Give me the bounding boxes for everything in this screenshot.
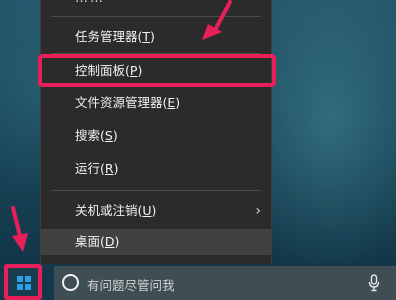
taskbar-search-box[interactable]: 有问题尽管问我 — [54, 266, 396, 300]
chevron-right-icon: › — [255, 203, 261, 219]
menu-separator — [51, 190, 261, 191]
menu-item-label: 桌面( — [75, 234, 105, 249]
menu-item-suffix: ) — [112, 128, 118, 143]
windows-logo-icon — [17, 276, 31, 290]
menu-item-label: 文件资源管理器( — [75, 95, 168, 110]
menu-item-partial: …… — [75, 0, 105, 6]
menu-item-accesskey: S — [104, 128, 113, 143]
menu-item-desktop[interactable]: 桌面(D) — [41, 229, 271, 255]
menu-item-label: 任务管理器( — [75, 29, 143, 44]
menu-item-label: 运行( — [75, 161, 105, 176]
winx-context-menu: …… 任务管理器(T) 控制面板(P) 文件资源管理器(E) 搜索(S) 运行(… — [40, 0, 272, 266]
menu-item-suffix: ) — [114, 234, 120, 249]
menu-item-task-manager[interactable]: 任务管理器(T) — [41, 24, 271, 50]
menu-item-label: 搜索( — [75, 128, 105, 143]
search-placeholder: 有问题尽管问我 — [87, 278, 175, 293]
menu-item-run[interactable]: 运行(R) — [41, 156, 271, 182]
menu-item-file-explorer[interactable]: 文件资源管理器(E) — [41, 90, 271, 116]
menu-item-accesskey: R — [104, 161, 114, 176]
start-button[interactable] — [4, 264, 42, 300]
menu-item-suffix: ) — [151, 203, 157, 218]
highlight-box-control-panel — [38, 54, 276, 87]
menu-item-search[interactable]: 搜索(S) — [41, 123, 271, 149]
arrow-pointer-icon — [11, 206, 28, 252]
menu-item-suffix: ) — [150, 29, 155, 44]
menu-item-shutdown[interactable]: 关机或注销(U) › — [41, 198, 271, 224]
menu-item-label: 关机或注销( — [75, 203, 143, 218]
cortana-circle-icon — [62, 274, 79, 291]
menu-item-accesskey: T — [142, 29, 151, 44]
menu-item-accesskey: D — [104, 234, 115, 249]
menu-item-suffix: ) — [113, 161, 119, 176]
menu-item-accesskey: U — [142, 203, 152, 218]
menu-item-suffix: ) — [175, 95, 181, 110]
arrow-pointer-icon — [202, 0, 232, 40]
microphone-icon[interactable] — [368, 274, 380, 292]
